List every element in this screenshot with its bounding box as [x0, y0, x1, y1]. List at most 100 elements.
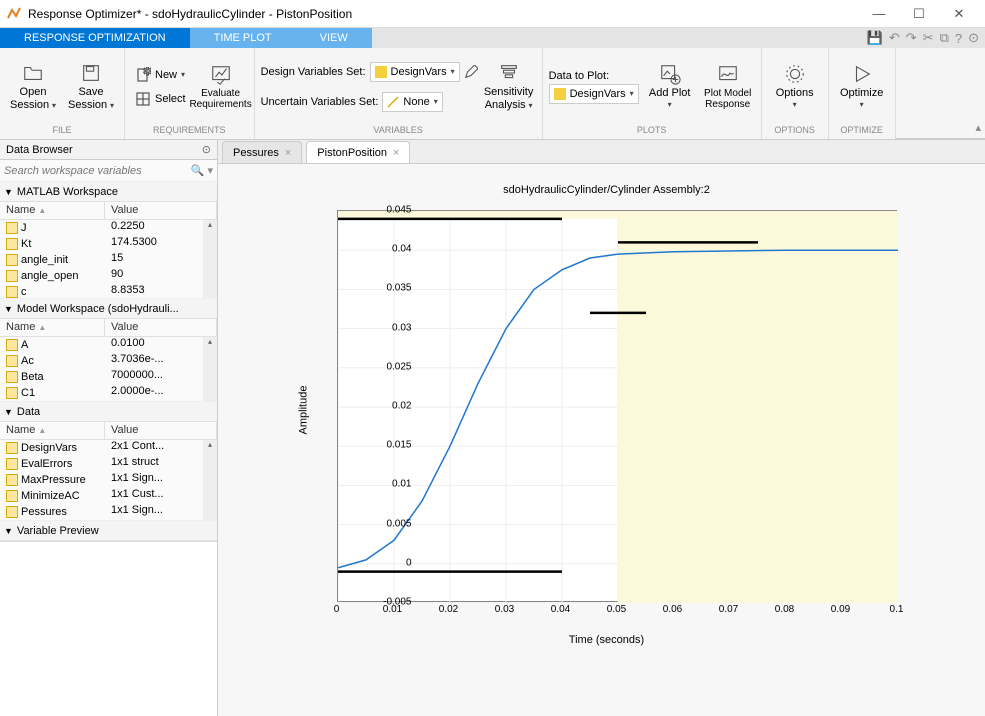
- qat-redo-icon[interactable]: ↷: [906, 30, 917, 46]
- file-group-label: FILE: [0, 125, 124, 139]
- table-row[interactable]: EvalErrors1x1 struct: [0, 456, 217, 472]
- optimize-button[interactable]: Optimize▾: [835, 52, 889, 122]
- plot-model-response-button[interactable]: Plot Model Response: [701, 52, 755, 122]
- tab-time-plot[interactable]: TIME PLOT: [190, 28, 296, 48]
- qat-more-icon[interactable]: ⊙: [968, 30, 979, 46]
- x-tick-label: 0.09: [831, 604, 850, 615]
- response-chart-icon: [717, 64, 739, 86]
- plots-group-label: PLOTS: [543, 125, 761, 139]
- gear-icon: [784, 63, 806, 85]
- sensitivity-analysis-button[interactable]: Sensitivity Analysis ▾: [482, 52, 536, 122]
- save-session-button[interactable]: Save Session ▾: [64, 52, 118, 122]
- evaluate-requirements-button[interactable]: Evaluate Requirements: [194, 52, 248, 122]
- titlebar: Response Optimizer* - sdoHydraulicCylind…: [0, 0, 985, 28]
- document-tabs: Pessures× PistonPosition×: [218, 140, 985, 164]
- table-row[interactable]: J0.2250: [0, 220, 217, 236]
- y-tick-label: 0.015: [386, 440, 411, 451]
- plot-area: sdoHydraulicCylinder/Cylinder Assembly:2…: [218, 164, 985, 716]
- search-icon[interactable]: 🔍 ▾: [191, 164, 213, 177]
- window-title: Response Optimizer* - sdoHydraulicCylind…: [28, 7, 859, 21]
- qat-cut-icon[interactable]: ✂: [923, 30, 934, 46]
- close-button[interactable]: ✕: [939, 6, 979, 22]
- add-plot-button[interactable]: Add Plot▾: [643, 52, 697, 122]
- select-requirement-button[interactable]: Select: [131, 88, 190, 110]
- edit-pencil-icon[interactable]: [464, 65, 478, 79]
- tab-view[interactable]: VIEW: [296, 28, 372, 48]
- qat-copy-icon[interactable]: ⧉: [940, 30, 949, 46]
- variables-group-label: VARIABLES: [255, 125, 542, 139]
- table-row[interactable]: Beta7000000...: [0, 369, 217, 385]
- model-workspace-header[interactable]: ▼Model Workspace (sdoHydrauli...: [0, 299, 217, 319]
- uncertain-vars-dropdown[interactable]: None ▾: [382, 92, 442, 112]
- var-icon: [6, 458, 18, 470]
- var-icon: [6, 270, 18, 282]
- qat-save-icon[interactable]: 💾: [867, 30, 883, 46]
- table-row[interactable]: angle_init15: [0, 252, 217, 268]
- new-requirement-button[interactable]: ✱ New ▾: [131, 64, 190, 86]
- table-row[interactable]: A0.0100: [0, 337, 217, 353]
- qat-undo-icon[interactable]: ↶: [889, 30, 900, 46]
- ribbon: Open Session ▾ Save Session ▾ FILE ✱ New…: [0, 48, 985, 140]
- y-tick-label: 0.025: [386, 361, 411, 372]
- table-row[interactable]: angle_open90: [0, 268, 217, 284]
- x-tick-label: 0.07: [719, 604, 738, 615]
- chart-svg[interactable]: [338, 211, 898, 603]
- panel-menu-icon[interactable]: ⊙: [202, 143, 211, 156]
- svg-text:✱: ✱: [143, 67, 151, 78]
- options-button[interactable]: Options▾: [768, 52, 822, 122]
- design-vars-dropdown[interactable]: DesignVars ▾: [370, 62, 460, 82]
- x-tick-label: 0.05: [607, 604, 626, 615]
- chart: sdoHydraulicCylinder/Cylinder Assembly:2…: [287, 184, 927, 644]
- close-tab-icon[interactable]: ×: [285, 147, 291, 159]
- optimize-group-label: OPTIMIZE: [829, 125, 895, 139]
- vars-icon-2: [554, 88, 566, 100]
- floppy-icon: [80, 62, 102, 84]
- table-row[interactable]: MaxPressure1x1 Sign...: [0, 472, 217, 488]
- open-session-button[interactable]: Open Session ▾: [6, 52, 60, 122]
- select-grid-icon: [135, 91, 151, 107]
- x-tick-label: 0.04: [551, 604, 570, 615]
- y-tick-label: 0.03: [392, 322, 411, 333]
- uncertain-vars-label: Uncertain Variables Set:: [261, 96, 379, 108]
- qat-help-icon[interactable]: ?: [955, 31, 962, 46]
- y-tick-label: 0.04: [392, 244, 411, 255]
- var-icon: [6, 442, 18, 454]
- table-row[interactable]: c8.8353: [0, 284, 217, 298]
- y-tick-label: 0.005: [386, 518, 411, 529]
- search-input[interactable]: [4, 165, 191, 177]
- options-group-label: OPTIONS: [762, 125, 828, 139]
- maximize-button[interactable]: ☐: [899, 6, 939, 22]
- data-section-header[interactable]: ▼Data: [0, 402, 217, 422]
- table-row[interactable]: Ac3.7036e-...: [0, 353, 217, 369]
- matlab-workspace-header[interactable]: ▼MATLAB Workspace: [0, 182, 217, 202]
- variable-preview-header[interactable]: ▼Variable Preview: [0, 521, 217, 541]
- main-tab-strip: RESPONSE OPTIMIZATION TIME PLOT VIEW 💾 ↶…: [0, 28, 985, 48]
- table-row[interactable]: Pessures1x1 Sign...: [0, 504, 217, 520]
- x-tick-label: 0.08: [775, 604, 794, 615]
- tornado-icon: [498, 62, 520, 84]
- table-row[interactable]: C12.0000e-...: [0, 385, 217, 401]
- play-icon: [851, 63, 873, 85]
- y-tick-label: 0.01: [392, 479, 411, 490]
- close-tab-icon[interactable]: ×: [393, 147, 399, 159]
- minimize-button[interactable]: —: [859, 6, 899, 21]
- doc-tab-pistonposition[interactable]: PistonPosition×: [306, 141, 410, 163]
- doc-tab-pessures[interactable]: Pessures×: [222, 141, 302, 163]
- data-browser-panel: Data Browser ⊙ 🔍 ▾ ▼MATLAB Workspace Nam…: [0, 140, 218, 716]
- table-row[interactable]: Kt174.5300: [0, 236, 217, 252]
- check-chart-icon: [210, 64, 232, 86]
- table-row[interactable]: MinimizeAC1x1 Cust...: [0, 488, 217, 504]
- var-icon: [6, 254, 18, 266]
- var-icon: [6, 387, 18, 399]
- y-tick-label: 0.045: [386, 205, 411, 216]
- variable-preview-area: [0, 541, 217, 716]
- tab-response-optimization[interactable]: RESPONSE OPTIMIZATION: [0, 28, 190, 48]
- data-to-plot-dropdown[interactable]: DesignVars ▾: [549, 84, 639, 104]
- table-row[interactable]: DesignVars2x1 Cont...: [0, 440, 217, 456]
- collapse-ribbon-icon[interactable]: ▴: [975, 121, 981, 134]
- x-axis-label: Time (seconds): [287, 634, 927, 646]
- y-tick-label: 0.02: [392, 401, 411, 412]
- quick-access-toolbar: 💾 ↶ ↷ ✂ ⧉ ? ⊙: [867, 28, 979, 48]
- requirements-group-label: REQUIREMENTS: [125, 125, 254, 139]
- x-tick-label: 0.06: [663, 604, 682, 615]
